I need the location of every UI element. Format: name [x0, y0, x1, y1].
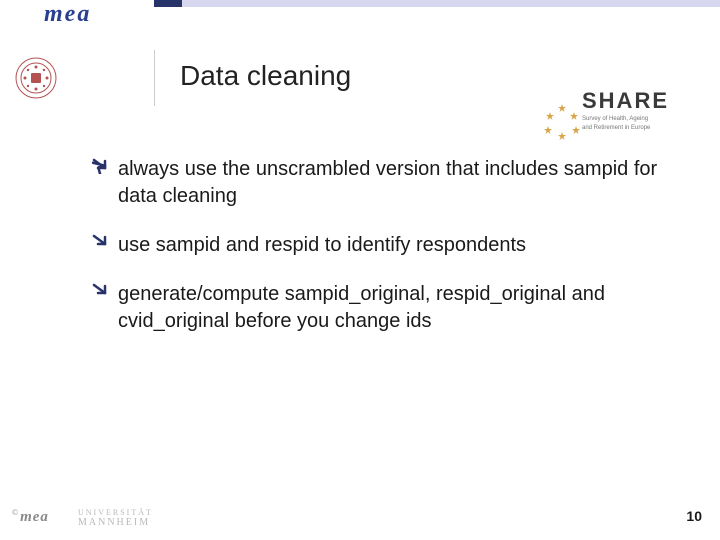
bullet-arrow-icon: [92, 234, 108, 250]
bullet-arrow-icon: [92, 283, 108, 299]
seal-icon: [14, 56, 58, 100]
footer-mea-text: mea: [20, 509, 49, 525]
footer: ©mea UNIVERSITÄT MANNHEIM 10: [0, 498, 720, 528]
header-logo-text: mea: [44, 1, 91, 28]
accent-lavender: [182, 0, 720, 7]
title-divider: [154, 50, 155, 106]
page-title: Data cleaning: [180, 60, 351, 92]
slide: mea Data cleaning: [0, 0, 720, 540]
header-logo: mea: [0, 0, 154, 32]
page-number: 10: [686, 508, 702, 524]
footer-uni-top: UNIVERSITÄT: [78, 508, 153, 517]
footer-university: UNIVERSITÄT MANNHEIM: [78, 508, 153, 528]
bullet-text: generate/compute sampid_original, respid…: [118, 281, 660, 335]
copyright-symbol: ©: [12, 508, 18, 517]
share-subtitle-2: and Retirement in Europe: [582, 125, 698, 132]
list-item: always use the unscrambled version that …: [92, 156, 660, 210]
top-bar: mea: [0, 0, 720, 32]
bullet-text: use sampid and respid to identify respon…: [118, 232, 526, 259]
stars-icon: [542, 102, 582, 142]
accent-navy: [154, 0, 182, 7]
footer-uni-bottom: MANNHEIM: [78, 517, 153, 528]
bullet-arrow-icon: [92, 158, 108, 174]
list-item: generate/compute sampid_original, respid…: [92, 281, 660, 335]
title-row: Data cleaning SHARE Survey of Health, Ag…: [0, 48, 720, 114]
footer-logo: ©mea: [12, 508, 49, 526]
share-logo: SHARE Survey of Health, Ageing and Retir…: [548, 88, 698, 132]
share-word: SHARE: [582, 88, 698, 114]
bullet-list: always use the unscrambled version that …: [92, 156, 660, 357]
share-subtitle-1: Survey of Health, Ageing: [582, 116, 698, 123]
bullet-text: always use the unscrambled version that …: [118, 156, 660, 210]
list-item: use sampid and respid to identify respon…: [92, 232, 660, 259]
